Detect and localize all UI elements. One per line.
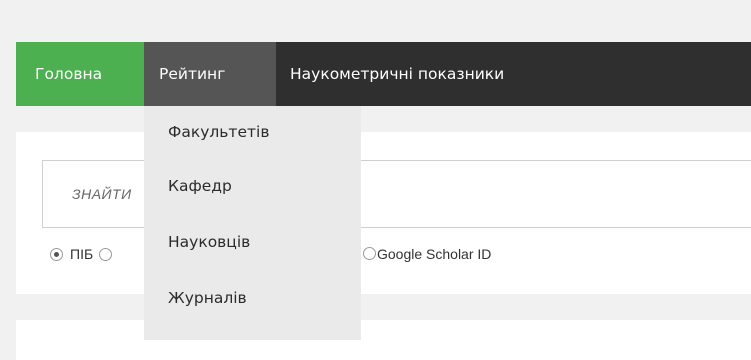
nav-metrics[interactable]: Наукометричні показники (276, 42, 504, 106)
radio-pib-label: ПІБ (70, 246, 94, 262)
dropdown-item-faculties[interactable]: Факультетів (144, 106, 361, 158)
rating-dropdown-menu: Факультетів Кафедр Науковців Журналів (144, 106, 361, 340)
radio-pib[interactable] (50, 247, 63, 261)
dropdown-item-scientists[interactable]: Науковців (144, 214, 361, 270)
nav-home[interactable]: Головна (16, 42, 144, 106)
search-by-options: ПІБ Google Scholar ID (50, 244, 491, 264)
radio-option-2[interactable] (99, 247, 113, 261)
radio-google-scholar-label: Google Scholar ID (377, 246, 492, 262)
content-panel (16, 320, 751, 360)
dropdown-item-journals[interactable]: Журналів (144, 270, 361, 326)
nav-rating[interactable]: Рейтинг (144, 42, 276, 106)
search-panel: ПІБ Google Scholar ID (16, 132, 751, 294)
main-navbar: Головна Рейтинг Наукометричні показники (16, 42, 751, 106)
radio-google-scholar[interactable] (363, 247, 376, 260)
dropdown-item-departments[interactable]: Кафедр (144, 158, 361, 214)
